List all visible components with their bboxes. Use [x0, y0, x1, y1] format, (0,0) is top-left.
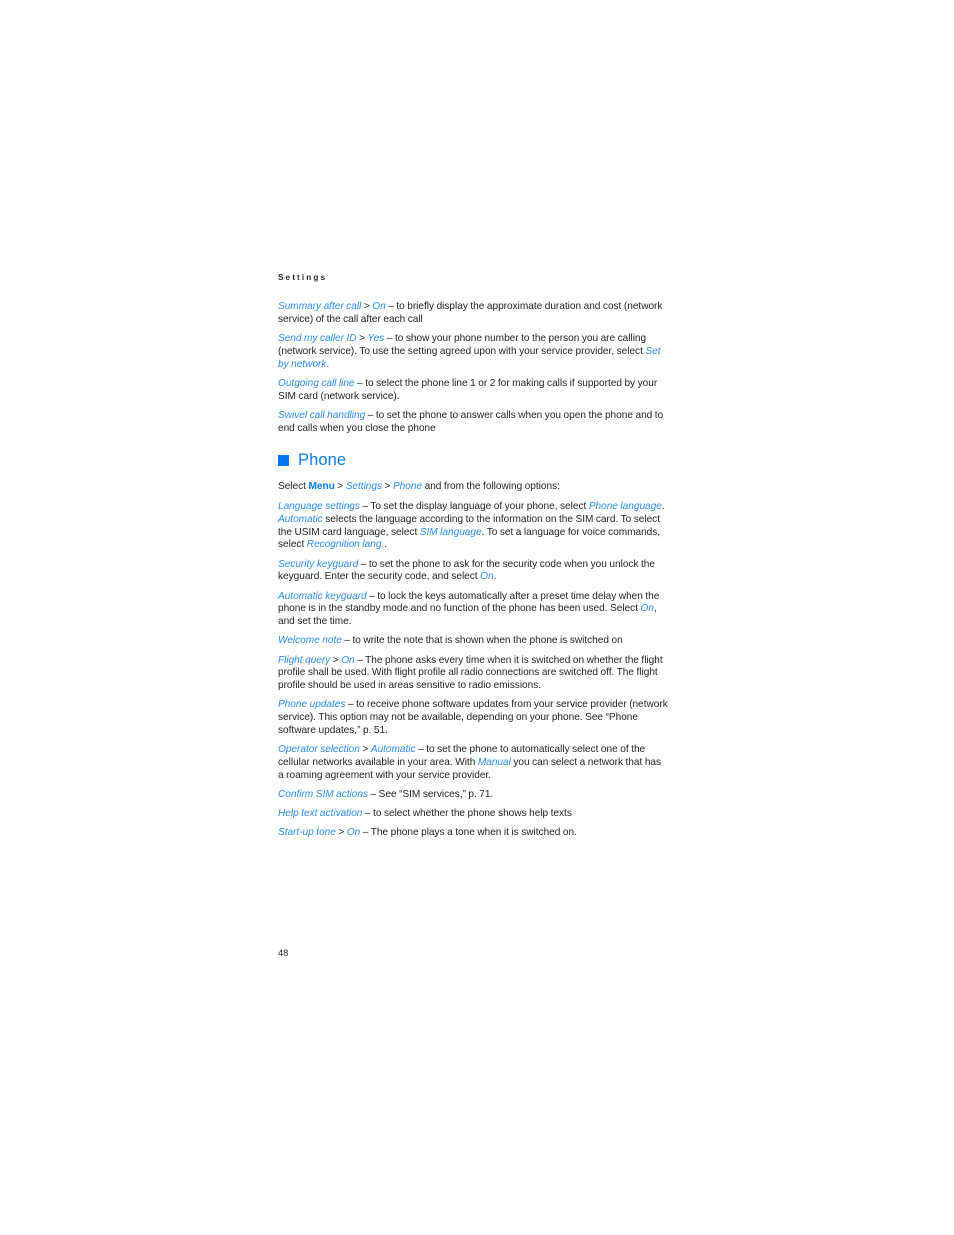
paragraph-body-cont: .	[326, 358, 330, 370]
term-security-keyguard: Security keyguard	[278, 558, 359, 570]
paragraph-body: .	[384, 539, 388, 551]
paragraph-select-path: Select Menu > Settings > Phone and from …	[278, 481, 668, 494]
value-automatic: Automatic	[370, 744, 416, 755]
paragraph-start-up-tone: Start-up tone > On – The phone plays a t…	[278, 827, 668, 840]
path-phone: Phone	[392, 481, 423, 493]
paragraph-swivel-call-handling: Swivel call handling – to set the phone …	[278, 410, 668, 436]
value-sim-language: SIM language	[419, 526, 482, 538]
term-send-my-caller-id: Send my caller ID	[278, 333, 357, 344]
value-automatic: Automatic	[278, 513, 323, 525]
separator-gt: >	[335, 827, 347, 839]
value-on: On	[346, 827, 361, 839]
section-heading-phone: Phone	[278, 452, 668, 469]
paragraph-send-my-caller-id: Send my caller ID > Yes – to show your p…	[278, 333, 668, 371]
separator-gt: >	[361, 301, 373, 312]
paragraph-welcome-note: Welcome note – to write the note that is…	[278, 635, 668, 648]
paragraph-outgoing-call-line: Outgoing call line – to select the phone…	[278, 378, 668, 404]
menu-key-label: Menu	[308, 481, 335, 493]
paragraph-phone-updates: Phone updates – to receive phone softwar…	[278, 699, 668, 737]
paragraph-flight-query: Flight query > On – The phone asks every…	[278, 655, 668, 693]
value-recognition-lang: Recognition lang.	[306, 539, 385, 551]
paragraph-security-keyguard: Security keyguard – to set the phone to …	[278, 559, 668, 585]
term-confirm-sim-actions: Confirm SIM actions	[278, 788, 368, 800]
page-number: 48	[278, 948, 289, 958]
term-summary-after-call: Summary after call	[278, 301, 362, 312]
value-on: On	[480, 571, 494, 583]
document-page: Settings Summary after call > On – to br…	[0, 0, 954, 1235]
term-phone-updates: Phone updates	[278, 699, 346, 711]
separator-gt: >	[334, 481, 346, 493]
section-title-text: Phone	[298, 451, 347, 470]
paragraph-body: – See “SIM services,” p. 71.	[368, 788, 494, 800]
paragraph-confirm-sim-actions: Confirm SIM actions – See “SIM services,…	[278, 789, 668, 802]
value-on: On	[341, 654, 355, 666]
term-automatic-keyguard: Automatic keyguard	[278, 590, 367, 602]
paragraph-body: .	[493, 571, 497, 583]
running-header: Settings	[278, 273, 328, 282]
term-swivel-call-handling: Swivel call handling	[278, 409, 366, 421]
paragraph-body: .	[661, 501, 665, 512]
value-on: On	[372, 301, 386, 312]
term-operator-selection: Operator selection	[278, 744, 360, 755]
filled-square-bullet-icon	[278, 455, 289, 467]
term-help-text-activation: Help text activation	[278, 808, 363, 819]
term-language-settings: Language settings	[278, 501, 360, 512]
term-outgoing-call-line: Outgoing call line	[278, 377, 355, 389]
paragraph-body: – to select whether the phone shows help…	[362, 808, 572, 819]
paragraph-body: – The phone plays a tone when it is swit…	[360, 827, 577, 839]
select-suffix: and from the following options:	[422, 481, 560, 493]
separator-gt: >	[356, 333, 368, 344]
value-yes: Yes	[367, 333, 385, 344]
separator-gt: >	[359, 744, 371, 755]
value-on: On	[640, 603, 654, 615]
separator-gt: >	[330, 654, 342, 666]
paragraph-body: – To set the display language of your ph…	[359, 501, 589, 512]
separator-gt: >	[382, 481, 393, 493]
value-manual: Manual	[477, 756, 511, 768]
paragraph-language-settings: Language settings – To set the display l…	[278, 501, 668, 552]
paragraph-summary-after-call: Summary after call > On – to briefly dis…	[278, 301, 668, 327]
paragraph-operator-selection: Operator selection > Automatic – to set …	[278, 744, 668, 782]
path-settings: Settings	[345, 481, 383, 493]
term-welcome-note: Welcome note	[278, 635, 342, 647]
select-prefix: Select	[278, 481, 309, 493]
paragraph-automatic-keyguard: Automatic keyguard – to lock the keys au…	[278, 591, 668, 629]
content-column: Settings Summary after call > On – to br…	[278, 273, 668, 840]
term-start-up-tone: Start-up tone	[278, 827, 336, 839]
value-phone-language: Phone language	[588, 501, 662, 512]
paragraph-help-text-activation: Help text activation – to select whether…	[278, 808, 668, 821]
term-flight-query: Flight query	[278, 654, 331, 666]
paragraph-body: – to write the note that is shown when t…	[341, 635, 623, 647]
